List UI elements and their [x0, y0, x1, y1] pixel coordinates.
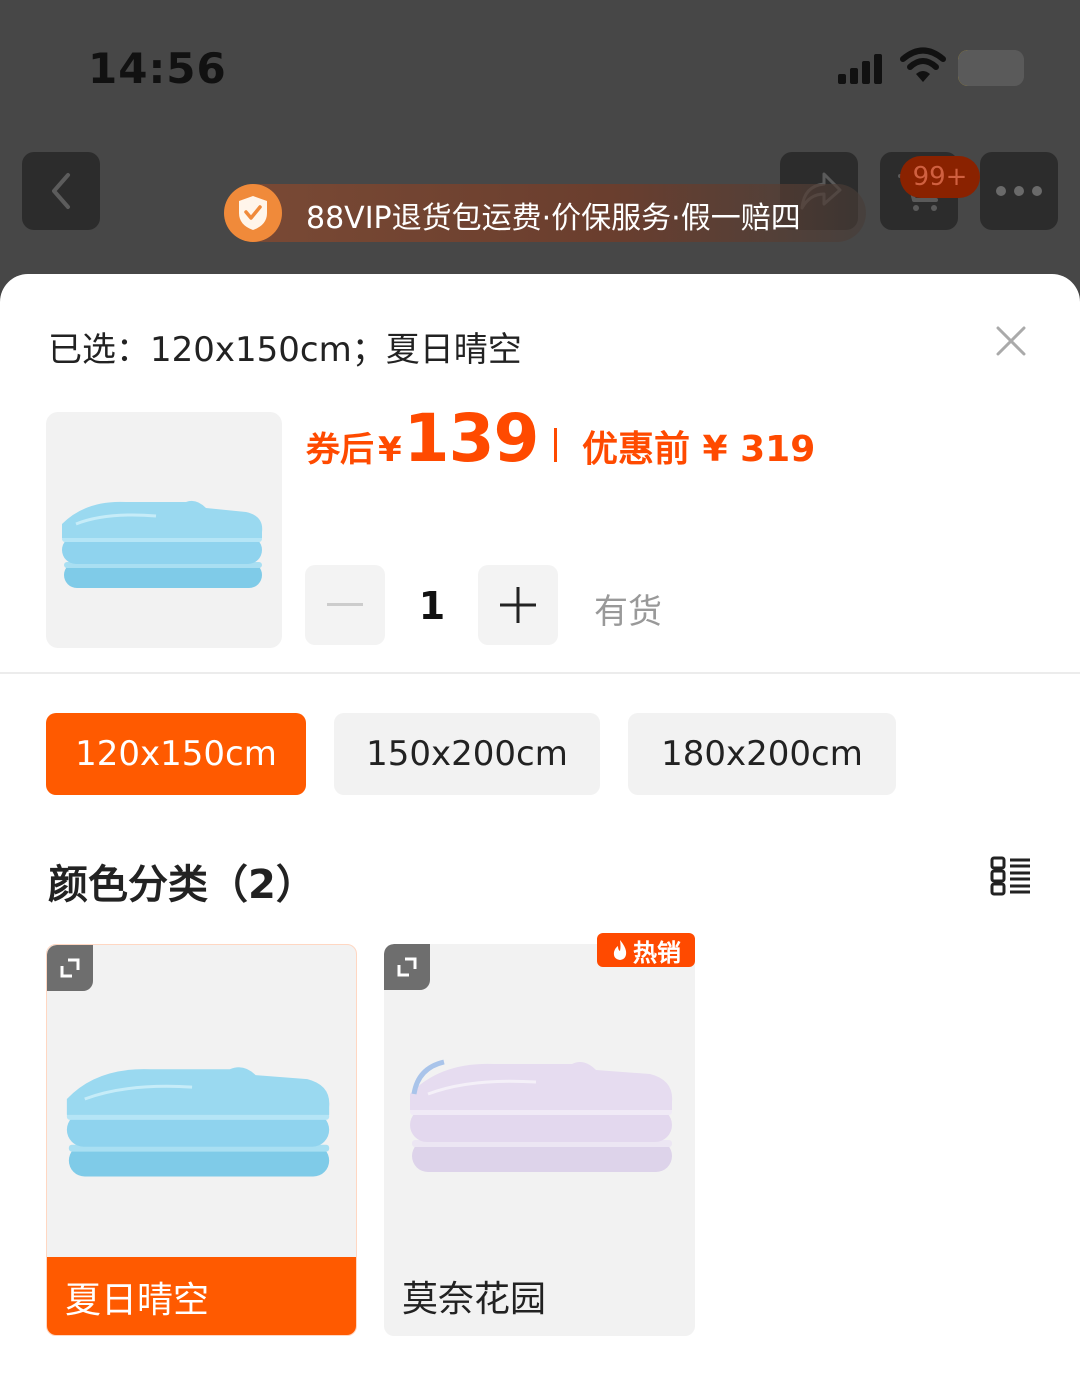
section-divider: [0, 672, 1080, 674]
battery-nub: [958, 50, 1024, 86]
size-option[interactable]: 150x200cm: [334, 713, 600, 795]
product-thumbnail[interactable]: [46, 412, 282, 648]
back-button[interactable]: [22, 152, 100, 230]
quantity-increase-button[interactable]: [478, 565, 558, 645]
coupon-price: 139: [403, 400, 540, 477]
color-option-label: 莫奈花园: [402, 1279, 547, 1320]
quantity-value[interactable]: 1: [412, 584, 452, 628]
size-option[interactable]: 120x150cm: [46, 713, 306, 795]
original-price: 优惠前 ¥ 319: [582, 429, 816, 470]
coupon-price-label: 券后: [306, 430, 374, 470]
color-section-title: 颜色分类（2）: [48, 862, 316, 908]
plus-icon: [500, 587, 536, 623]
close-icon[interactable]: [990, 320, 1032, 362]
list-view-icon[interactable]: [990, 856, 1032, 896]
product-image: [66, 1067, 330, 1177]
shield-icon: [224, 184, 282, 242]
minus-icon: [327, 603, 363, 606]
vip-banner-text: 88VIP退货包运费·价保服务·假一赔四: [306, 201, 801, 236]
status-time: 14:56: [88, 44, 227, 93]
expand-icon[interactable]: [384, 944, 430, 990]
stock-status: 有货: [594, 592, 662, 632]
hot-sale-badge: 热销: [597, 933, 695, 967]
price-line: 券后 ¥ 139: [306, 400, 540, 480]
flame-icon: [613, 940, 627, 960]
product-image: [410, 1059, 673, 1172]
cart-count-badge: 99+: [900, 156, 980, 198]
color-option-card[interactable]: 夏日晴空: [46, 944, 357, 1336]
quantity-decrease-button[interactable]: [305, 565, 385, 645]
size-option[interactable]: 180x200cm: [628, 713, 896, 795]
color-option-card[interactable]: 莫奈花园: [384, 944, 695, 1336]
signal-icon: [838, 52, 886, 84]
more-icon: [996, 186, 1042, 196]
selected-summary: 已选：120x150cm；夏日晴空: [48, 330, 522, 370]
hot-sale-text: 热销: [633, 938, 681, 967]
chevron-left-icon: [52, 173, 70, 209]
wifi-icon: [900, 47, 946, 82]
more-button[interactable]: [980, 152, 1058, 230]
color-option-label: 夏日晴空: [47, 1257, 356, 1335]
price-divider: [554, 428, 557, 462]
currency-symbol: ¥: [378, 430, 402, 470]
expand-icon[interactable]: [47, 945, 93, 991]
